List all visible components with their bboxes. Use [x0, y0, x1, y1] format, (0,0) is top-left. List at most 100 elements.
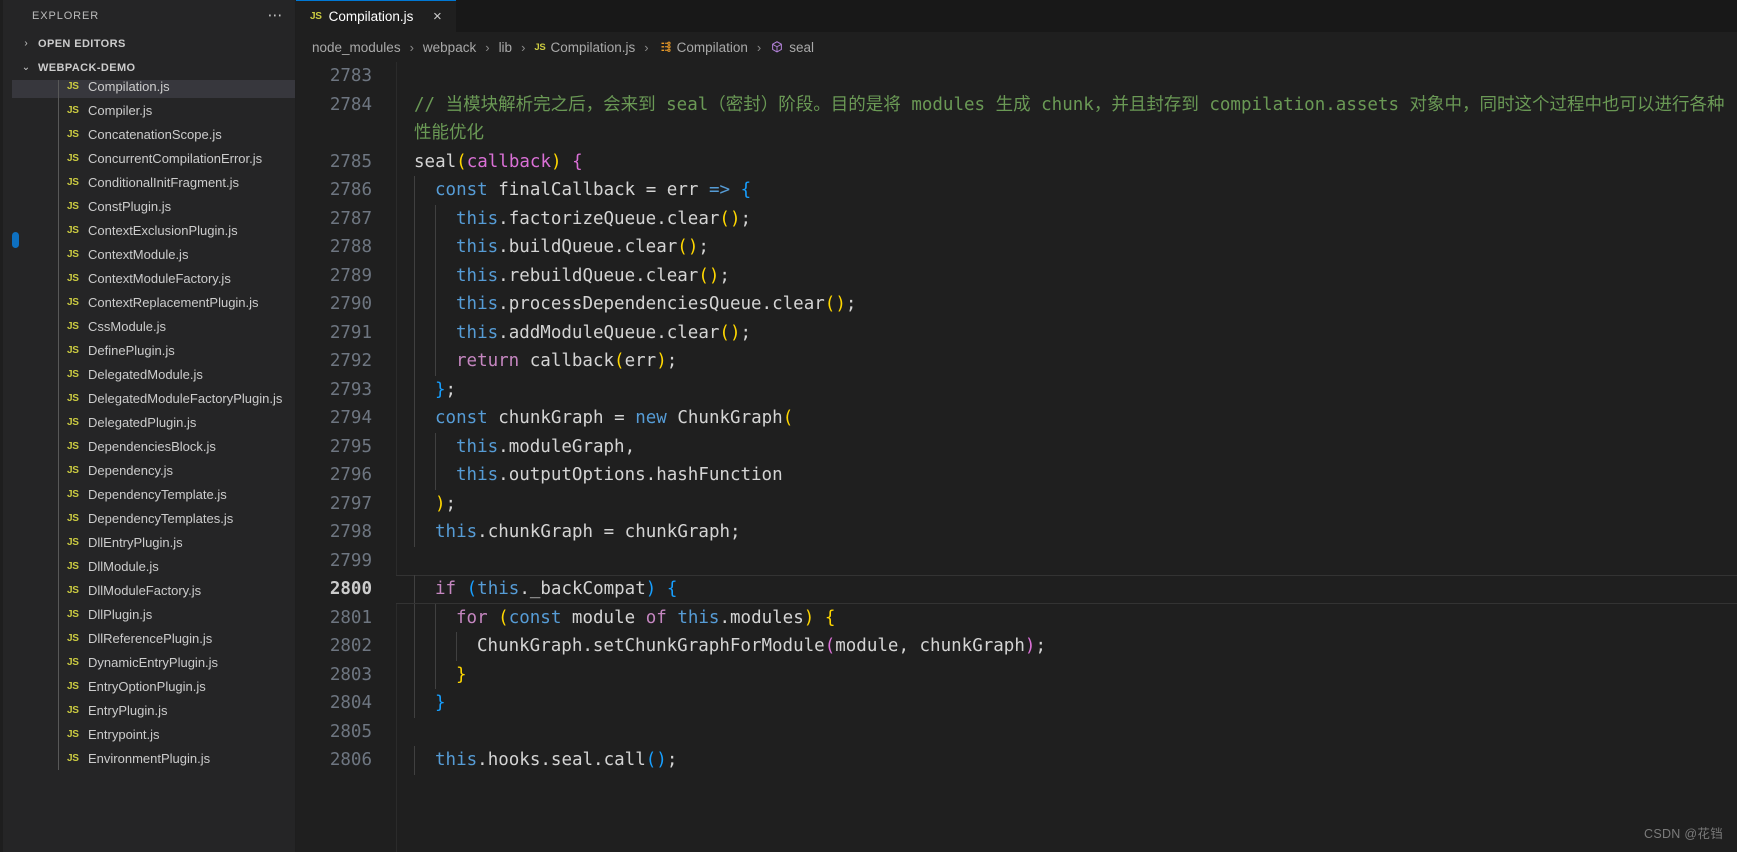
breadcrumb-item[interactable]: node_modules [310, 40, 403, 55]
file-tree-item[interactable]: JS EnvironmentPlugin.js [12, 746, 296, 770]
file-tree-item[interactable]: JS DllPlugin.js [12, 602, 296, 626]
indent-guide [414, 204, 415, 233]
file-tree-item[interactable]: JS ContextExclusionPlugin.js [12, 218, 296, 242]
file-tree-item[interactable]: JS DependencyTemplates.js [12, 506, 296, 530]
breadcrumb-item[interactable]: JS Compilation.js [532, 40, 637, 55]
code-line[interactable]: 2789 this.rebuildQueue.clear(); [296, 261, 1737, 290]
file-tree-item[interactable]: JS DllEntryPlugin.js [12, 530, 296, 554]
tab-compilation-js[interactable]: JS Compilation.js × [296, 0, 457, 32]
breadcrumb-item[interactable]: seal [768, 40, 816, 55]
file-tree-item[interactable]: JS CssModule.js [12, 314, 296, 338]
tab-bar-filler [456, 0, 1737, 32]
file-tree-item[interactable]: JS Compiler.js [12, 98, 296, 122]
file-tree-item[interactable]: JS DllReferencePlugin.js [12, 626, 296, 650]
file-tree-item-label: CssModule.js [88, 318, 167, 334]
code-line[interactable]: 2804} [296, 689, 1737, 718]
code-line[interactable]: 2799 [296, 547, 1737, 576]
file-tree-item[interactable]: JS ContextReplacementPlugin.js [12, 290, 296, 314]
file-tree-item[interactable]: JS EntryPlugin.js [12, 698, 296, 722]
code-line[interactable]: 2794 const chunkGraph = new ChunkGraph( [296, 404, 1737, 433]
file-tree-item[interactable]: JS ConcurrentCompilationError.js [12, 146, 296, 170]
code-line[interactable]: 2788 this.buildQueue.clear(); [296, 233, 1737, 262]
code-token: } [456, 664, 467, 685]
code-line-current[interactable]: 2800 if (this._backCompat) { [296, 575, 1737, 604]
js-file-icon: JS [67, 608, 79, 620]
code-line[interactable]: 2793}; [296, 375, 1737, 404]
file-tree[interactable]: JS Compilation.js JS Compiler.js JS Concatena… [12, 80, 296, 852]
code-line[interactable]: 2785 seal(callback) { [296, 148, 1737, 177]
code-token: this [435, 750, 478, 770]
code-token: ; [666, 351, 678, 371]
file-tree-item[interactable]: JS ConditionalInitFragment.js [12, 170, 296, 194]
file-tree-item[interactable]: JS DelegatedModule.js [12, 362, 296, 386]
code-token: ; [719, 265, 730, 286]
code-line[interactable]: 2786 const finalCallback = err => { [296, 176, 1737, 205]
code-line-text: } [456, 661, 1737, 690]
file-tree-item[interactable]: JS Dependency.js [12, 458, 296, 482]
code-line[interactable]: 2783 [296, 62, 1737, 91]
code-token: this [456, 465, 499, 485]
file-tree-item[interactable]: JS ConstPlugin.js [12, 194, 296, 218]
code-line[interactable]: 2805 [296, 718, 1737, 747]
indent-guide [435, 660, 436, 689]
file-tree-item[interactable]: JS DllModule.js [12, 554, 296, 578]
code-token: ._backCompat [519, 579, 646, 599]
file-tree-item[interactable]: JS DefinePlugin.js [12, 338, 296, 362]
code-line[interactable]: 2784 // 当模块解析完之后，会来到 seal（密封）阶段。目的是将 modu… [296, 91, 1737, 148]
tab-label: Compilation.js [328, 9, 414, 24]
activity-bar[interactable] [0, 0, 12, 852]
file-tree-item[interactable]: JS DllModuleFactory.js [12, 578, 296, 602]
code-line[interactable]: 2790 this.processDependenciesQueue.clear(… [296, 290, 1737, 319]
sidebar-scroll-indicator[interactable] [12, 232, 19, 248]
js-file-icon: JS [67, 176, 79, 188]
file-tree-item[interactable]: JS DependencyTemplate.js [12, 482, 296, 506]
code-line[interactable]: 2795 this.moduleGraph, [296, 432, 1737, 461]
file-tree-item-label: Compilation.js [88, 80, 170, 94]
code-line[interactable]: 2787 this.factorizeQueue.clear(); [296, 204, 1737, 233]
code-token: this [456, 208, 499, 229]
file-tree-item[interactable]: JS DelegatedPlugin.js [12, 410, 296, 434]
file-tree-item[interactable]: JS ContextModuleFactory.js [12, 266, 296, 290]
file-tree-item[interactable]: JS Entrypoint.js [12, 722, 296, 746]
file-tree-item[interactable]: JS ContextModule.js [12, 242, 296, 266]
code-line[interactable]: 2802 ChunkGraph.setChunkGraphForModule(mo… [296, 632, 1737, 661]
code-token: ) [435, 493, 446, 514]
code-token: ; [845, 294, 857, 314]
file-tree-item[interactable]: JS DependenciesBlock.js [12, 434, 296, 458]
js-file-icon: JS [310, 11, 322, 22]
file-tree-item[interactable]: JS DynamicEntryPlugin.js [12, 650, 296, 674]
sidebar-section-webpack-demo[interactable]: ⌄ WEBPACK-DEMO [12, 56, 296, 80]
line-number: 2793 [329, 379, 372, 400]
breadcrumb-item[interactable]: Compilation [656, 40, 750, 55]
explorer-sidebar[interactable]: EXPLORER ⋯ › OPEN EDITORS ⌄ WEBPACK-DEMO… [12, 0, 296, 852]
code-line[interactable]: 2792 return callback(err); [296, 347, 1737, 376]
breadcrumb-item-label: lib [498, 39, 513, 55]
breadcrumb-item[interactable]: lib [497, 40, 515, 55]
more-actions-icon[interactable]: ⋯ [264, 8, 289, 23]
code-token: this [456, 265, 499, 286]
file-tree-item[interactable]: JS ConcatenationScope.js [12, 122, 296, 146]
js-file-icon: JS [67, 392, 79, 404]
code-line[interactable]: 2806 this.hooks.seal.call(); [296, 746, 1737, 775]
file-tree-item[interactable]: JS EntryOptionPlugin.js [12, 674, 296, 698]
code-line[interactable]: 2791 this.addModuleQueue.clear(); [296, 318, 1737, 348]
code-line-text: this.addModuleQueue.clear(); [456, 319, 1737, 348]
line-number: 2805 [329, 721, 372, 742]
file-tree-item-label: Dependency.js [88, 462, 174, 478]
code-line[interactable]: 2801 for (const module of this.modules) { [296, 603, 1737, 632]
line-number: 2799 [329, 550, 372, 571]
code-token: { [572, 151, 583, 172]
breadcrumb-item-label: Compilation.js [550, 39, 636, 55]
code-line[interactable]: 2796 this.outputOptions.hashFunction [296, 461, 1737, 490]
file-tree-item[interactable]: JS DelegatedModuleFactoryPlugin.js [12, 386, 296, 410]
code-editor[interactable]: 2783 2784 // 当模块解析完之后，会来到 seal（密封）阶段。目的是将 … [296, 62, 1737, 852]
breadcrumb[interactable]: node_modules › webpack › lib › JS Compilation.j… [296, 32, 1737, 62]
close-icon[interactable]: × [428, 9, 446, 24]
file-tree-item[interactable]: JS Compilation.js [12, 80, 296, 98]
code-line[interactable]: 2797); [296, 489, 1737, 518]
sidebar-section-open-editors[interactable]: › OPEN EDITORS [12, 32, 296, 56]
code-token: () [824, 294, 846, 314]
breadcrumb-item[interactable]: webpack [421, 40, 478, 55]
code-line[interactable]: 2798 this.chunkGraph = chunkGraph; [296, 518, 1737, 547]
code-line[interactable]: 2803} [296, 660, 1737, 690]
